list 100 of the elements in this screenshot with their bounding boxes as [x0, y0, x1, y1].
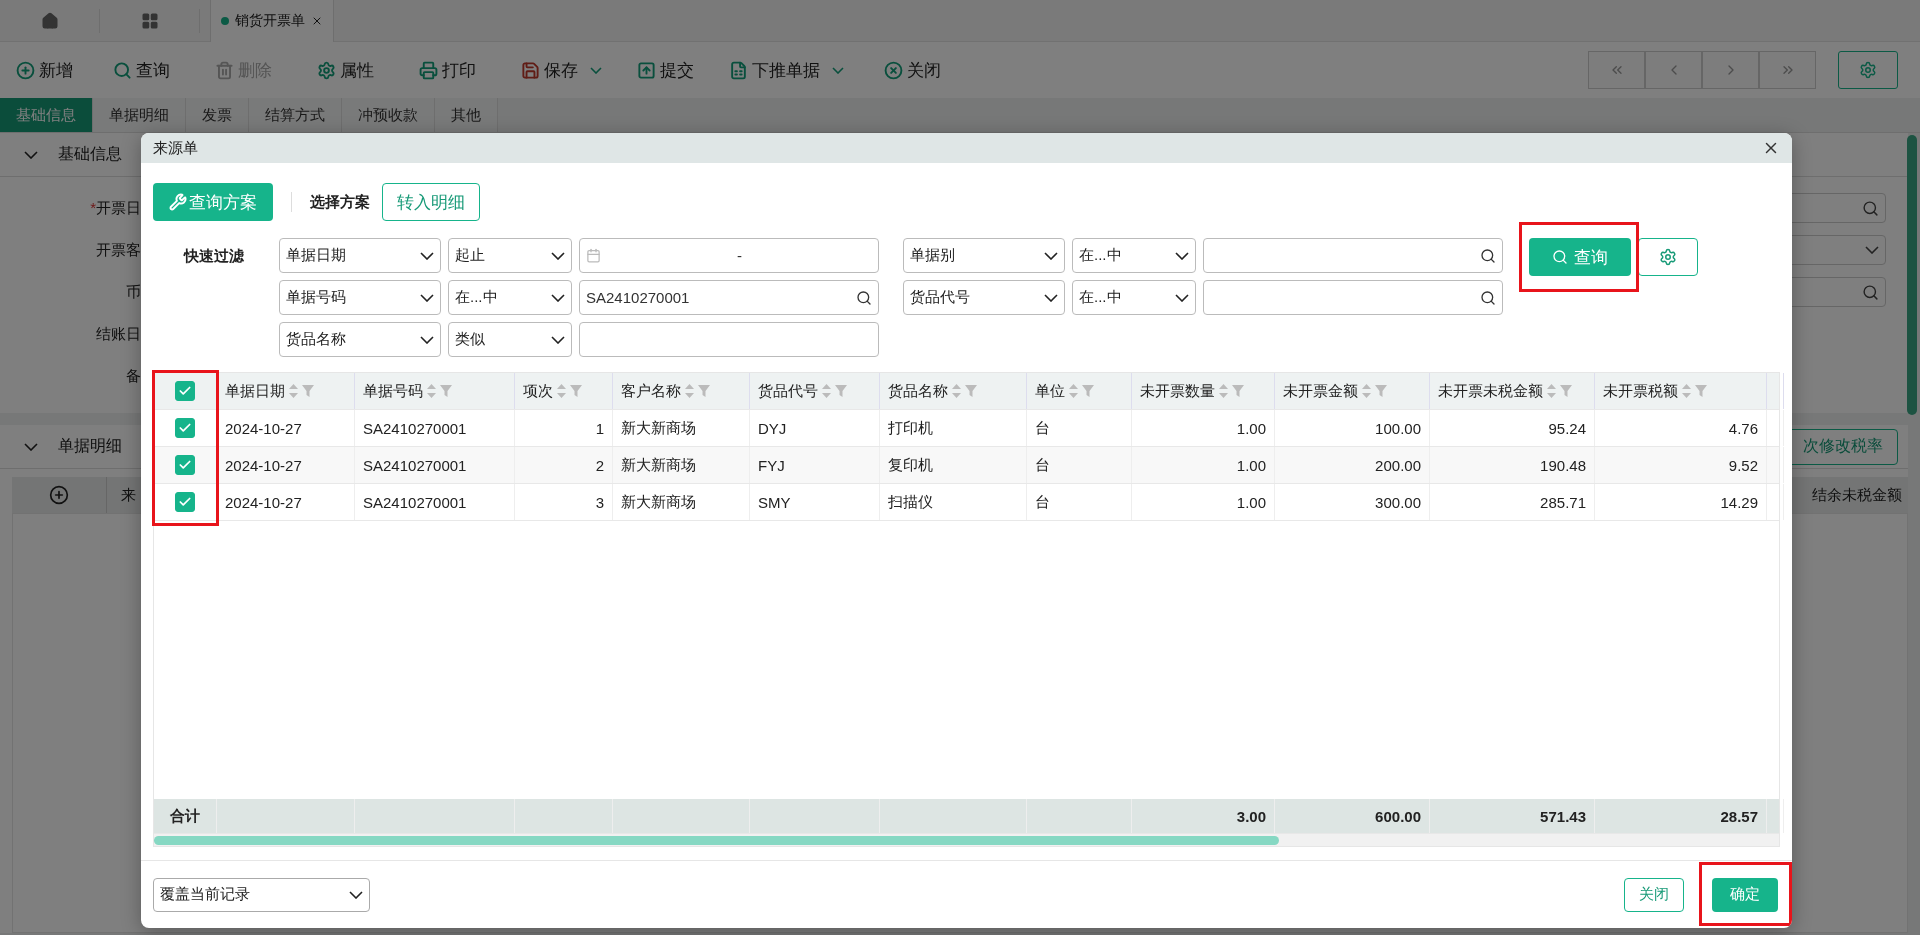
query-scheme-button[interactable]: 查询方案 [153, 183, 273, 221]
sort-icon[interactable] [1547, 384, 1556, 398]
table-cell: 新大新商场 [613, 447, 750, 483]
scheme-label: 选择方案 [310, 192, 370, 212]
table-cell: 285.71 [1430, 484, 1595, 520]
sort-icon[interactable] [1069, 384, 1078, 398]
search-icon [1480, 289, 1496, 306]
column-header: 单位 [1035, 381, 1065, 401]
table-cell: SMY [750, 484, 880, 520]
app-tab[interactable]: 销货开票单 [210, 0, 334, 42]
column-header: 货品名称 [888, 381, 948, 401]
checkbox[interactable] [175, 455, 195, 475]
filter-icon[interactable] [1082, 385, 1094, 397]
previous-button[interactable] [1645, 51, 1702, 89]
check-icon [178, 458, 192, 472]
chevron-down-icon [24, 150, 38, 159]
caret-icon [832, 66, 844, 74]
input-field[interactable] [1203, 280, 1503, 315]
sort-icon[interactable] [952, 384, 961, 398]
checkbox[interactable] [175, 381, 195, 401]
table-cell: 1.00 [1132, 447, 1275, 483]
filter-label: 快速过滤 [182, 246, 245, 266]
toolbar-button[interactable]: 打印 [419, 58, 476, 82]
chevron-down-icon [24, 442, 38, 451]
total-cell: 28.57 [1595, 799, 1767, 833]
search-icon [1552, 249, 1568, 265]
settings-button[interactable] [1638, 238, 1698, 276]
filter-icon[interactable] [1232, 385, 1244, 397]
mode-select[interactable]: 覆盖当前记录 [153, 877, 370, 912]
scrollbar-thumb[interactable] [1907, 135, 1917, 415]
first-page-button[interactable] [1588, 51, 1645, 89]
input-field[interactable] [579, 322, 879, 357]
form-tab[interactable]: 基础信息 [0, 98, 93, 132]
confirm-button[interactable]: 确定 [1712, 877, 1778, 912]
search-icon [1480, 247, 1496, 264]
filter-icon[interactable] [1375, 385, 1387, 397]
column-header: 未开票税额 [1603, 381, 1678, 401]
close-button[interactable]: 关闭 [1624, 877, 1684, 912]
field-select[interactable]: 单据号码 [279, 280, 441, 315]
sort-icon[interactable] [685, 384, 694, 398]
column-header: 未开票未税金额 [1438, 381, 1543, 401]
transfer-detail-button[interactable]: 转入明细 [382, 183, 480, 221]
filter-icon[interactable] [698, 385, 710, 397]
filter-icon[interactable] [1560, 385, 1572, 397]
toolbar-button[interactable]: 新增 [16, 58, 73, 82]
settings-button[interactable] [1838, 51, 1898, 89]
query-button[interactable]: 查询 [1529, 238, 1631, 276]
operator-select[interactable]: 在...中 [1072, 280, 1196, 315]
sort-icon[interactable] [1362, 384, 1371, 398]
upload-icon [637, 60, 656, 80]
search-icon [1862, 283, 1879, 301]
filter-icon[interactable] [1695, 385, 1707, 397]
toolbar-button[interactable]: 下推单据 [729, 58, 844, 82]
field-label: 结账日 [95, 324, 141, 344]
filter-icon[interactable] [965, 385, 977, 397]
filter-icon[interactable] [835, 385, 847, 397]
checkbox[interactable] [175, 492, 195, 512]
operator-select[interactable]: 在...中 [1072, 238, 1196, 273]
checkbox[interactable] [175, 418, 195, 438]
input-field[interactable]: SA2410270001 [579, 280, 879, 315]
filter-icon[interactable] [440, 385, 452, 397]
table-cell: FYJ [750, 447, 880, 483]
field-select[interactable]: 货品代号 [903, 280, 1065, 315]
operator-select[interactable]: 类似 [448, 322, 572, 357]
scrollbar-thumb[interactable] [154, 836, 1279, 845]
sort-icon[interactable] [557, 384, 566, 398]
chevron-down-icon [551, 335, 565, 344]
status-dot [221, 16, 229, 25]
sort-icon[interactable] [1682, 384, 1691, 398]
last-page-button[interactable] [1759, 51, 1816, 89]
operator-select[interactable]: 在...中 [448, 280, 572, 315]
toolbar-button[interactable]: 提交 [637, 58, 694, 82]
gear-icon [1659, 248, 1677, 266]
table-cell: 190.48 [1430, 447, 1595, 483]
filter-icon[interactable] [302, 385, 314, 397]
filter-icon[interactable] [570, 385, 582, 397]
toolbar-button[interactable]: 查询 [113, 58, 170, 82]
sort-icon[interactable] [427, 384, 436, 398]
toolbar-button[interactable]: 关闭 [884, 58, 941, 82]
field-select[interactable]: 单据别 [903, 238, 1065, 273]
field-select[interactable]: 货品名称 [279, 322, 441, 357]
table-cell: 复印机 [880, 447, 1027, 483]
next-button[interactable] [1702, 51, 1759, 89]
toolbar-button[interactable]: 属性 [317, 58, 374, 82]
chevron-down-icon [1175, 251, 1189, 260]
date-range-field[interactable]: - [579, 238, 879, 273]
sort-icon[interactable] [1219, 384, 1228, 398]
gear-icon [317, 60, 336, 80]
input-field[interactable] [1203, 238, 1503, 273]
field-select[interactable]: 单据日期 [279, 238, 441, 273]
table-cell: SA2410270001 [355, 410, 515, 446]
toolbar-button[interactable]: 保存 [521, 58, 602, 82]
table-cell: 300.00 [1275, 484, 1430, 520]
operator-select[interactable]: 起止 [448, 238, 572, 273]
total-cell: 600.00 [1275, 799, 1430, 833]
table-cell: 打印机 [880, 410, 1027, 446]
sort-icon[interactable] [289, 384, 298, 398]
check-icon [178, 495, 192, 509]
add-row-icon[interactable] [49, 485, 69, 505]
sort-icon[interactable] [822, 384, 831, 398]
